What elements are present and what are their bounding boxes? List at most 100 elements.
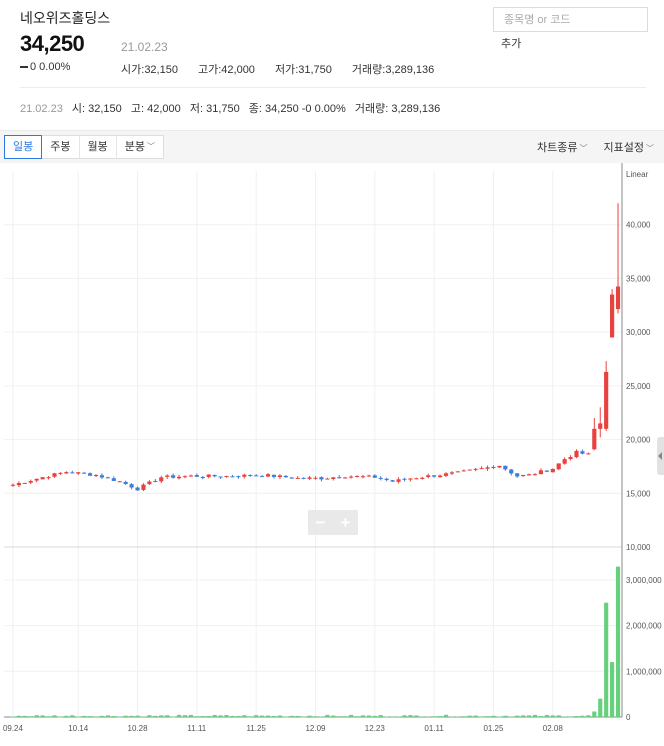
candle-body: [325, 478, 330, 480]
price-date: 21.02.23: [121, 40, 168, 54]
candle-body: [378, 477, 383, 479]
candle-body: [574, 450, 579, 458]
price-change: 0 0.00%: [20, 61, 70, 73]
candle-body: [610, 294, 615, 338]
price-tick-label: 30,000: [626, 328, 651, 337]
candle-body: [58, 472, 63, 474]
candle-body: [28, 481, 33, 483]
zoom-in-button[interactable]: +: [333, 510, 358, 535]
volume-bar: [443, 714, 449, 717]
candle-body: [88, 473, 93, 476]
date-tick-label: 01.25: [483, 724, 504, 733]
volume-bar: [70, 715, 75, 717]
candle-body: [592, 428, 597, 450]
candle-body: [615, 286, 621, 310]
candle-body: [301, 477, 306, 479]
volume-bar: [236, 715, 241, 717]
volume-bar: [461, 716, 466, 718]
tab-weekly[interactable]: 주봉: [42, 136, 80, 158]
side-panel-handle[interactable]: [657, 437, 664, 475]
volume-bar: [414, 715, 419, 717]
summary-date: 21.02.23: [20, 103, 63, 115]
volume-bar: [396, 716, 401, 718]
volume-bar: [206, 715, 211, 717]
volume-bar: [354, 716, 360, 718]
volume-bar: [455, 716, 460, 718]
summary-open: 시: 32,150: [71, 103, 122, 115]
volume-bar: [141, 716, 146, 718]
candle-body: [521, 474, 526, 477]
volume-bar: [159, 715, 164, 717]
volume-bar: [408, 715, 413, 717]
volume-bar: [260, 715, 265, 717]
candle-body: [105, 477, 110, 479]
volume-bar: [390, 716, 395, 718]
volume-bar: [491, 715, 496, 717]
candle-body: [218, 476, 223, 478]
price-tick-label: 15,000: [626, 489, 651, 498]
candle-body: [343, 477, 348, 479]
candle-body: [598, 423, 603, 429]
volume-bar: [16, 715, 21, 717]
volume-bar: [378, 715, 383, 717]
volume-tick-label: 0: [626, 713, 631, 722]
tab-monthly[interactable]: 월봉: [80, 136, 117, 158]
price-tick-label: 10,000: [626, 543, 651, 552]
date-tick-label: 11.25: [246, 724, 266, 733]
volume-bar: [123, 715, 128, 717]
candle-body: [236, 476, 241, 478]
candle-body: [307, 477, 312, 479]
candle-body: [467, 469, 472, 471]
chevron-down-icon: ﹀: [579, 143, 588, 153]
volume-bar: [135, 715, 140, 717]
price-tick-label: 20,000: [626, 436, 651, 445]
candle-body: [532, 474, 538, 476]
volume-bar: [509, 716, 514, 718]
volume-bar: [467, 715, 472, 717]
volume-bar: [402, 715, 407, 717]
volume-bar: [538, 716, 543, 718]
candle-body: [82, 472, 87, 474]
candle-body: [260, 476, 265, 478]
volume-bar: [372, 715, 377, 717]
current-price: 34,250: [20, 31, 85, 56]
volume-bar: [248, 716, 253, 718]
volume-bar: [592, 711, 597, 717]
volume-bar: [473, 715, 478, 717]
unchanged-dash-icon: [20, 66, 28, 69]
date-tick-label: 10.14: [68, 724, 89, 733]
candle-body: [159, 477, 164, 482]
stock-search-input[interactable]: [493, 7, 648, 32]
price-volume-chart[interactable]: Linear 40,000 35,000 30,000 25,000 20,000 15,0…: [0, 163, 664, 746]
candle-body: [550, 469, 555, 473]
volume-bar: [556, 715, 561, 717]
candle-body: [497, 465, 502, 468]
candle-body: [526, 474, 532, 476]
stat-volume: 거래량:3,289,136: [351, 64, 435, 76]
candle-body: [147, 481, 152, 485]
volume-bar: [171, 716, 176, 718]
zoom-out-button[interactable]: −: [308, 510, 333, 535]
candle-body: [248, 475, 253, 477]
candle-body: [165, 475, 170, 477]
volume-bar: [295, 715, 300, 717]
tab-minute[interactable]: 분봉 ﹀: [117, 136, 163, 158]
volume-bar: [366, 715, 371, 717]
volume-bar: [265, 715, 271, 717]
tab-daily[interactable]: 일봉: [4, 135, 43, 159]
volume-bar: [503, 715, 508, 717]
volume-bar: [325, 714, 330, 717]
volume-bar: [497, 716, 502, 718]
volume-bar: [479, 716, 484, 718]
candle-body: [200, 476, 205, 478]
chevron-down-icon: ﹀: [646, 143, 654, 153]
candle-body: [230, 476, 235, 478]
chart-type-dropdown[interactable]: 차트종류 ﹀: [537, 139, 587, 155]
volume-bar: [218, 715, 223, 717]
volume-bar: [550, 715, 555, 717]
candle-body: [117, 481, 122, 483]
add-stock-button[interactable]: 추가: [501, 35, 521, 51]
candle-body: [171, 475, 176, 478]
volume-bar: [598, 698, 603, 717]
indicator-settings-dropdown[interactable]: 지표설정 ﹀: [604, 139, 654, 155]
